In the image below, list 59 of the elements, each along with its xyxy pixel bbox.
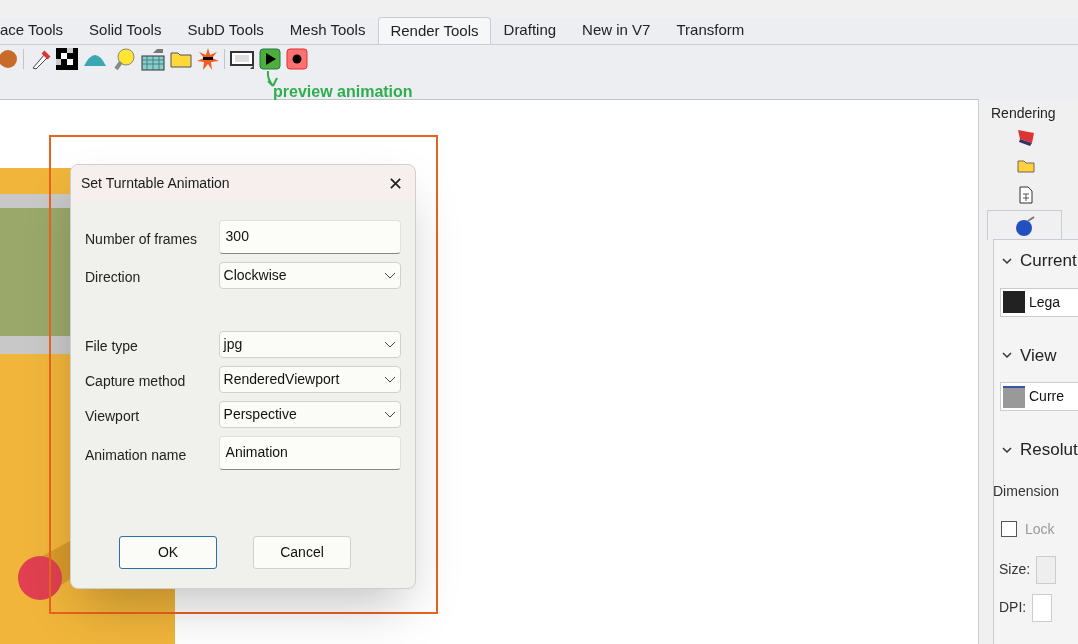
field-label: Viewport	[85, 407, 141, 426]
chevron-down-icon[interactable]	[1002, 351, 1012, 360]
dialog-title: Set Turntable Animation	[81, 174, 230, 193]
section-title: Resolut	[1020, 439, 1078, 461]
thumbnail-icon	[1003, 385, 1025, 408]
dropdown[interactable]: RenderedViewport	[218, 366, 401, 393]
list-item[interactable]: Lega	[1000, 287, 1078, 317]
field-label: File type	[85, 337, 139, 356]
toolbar-tab[interactable]: Transform	[663, 17, 758, 44]
checker-icon[interactable]	[56, 48, 78, 70]
chevron-down-icon[interactable]	[1002, 256, 1012, 265]
document-icon[interactable]	[1019, 186, 1033, 204]
toolbar-tab[interactable]: Drafting	[490, 17, 570, 44]
toolbar-tab[interactable]: New in V7	[569, 17, 664, 44]
annotation-text: preview animation	[273, 82, 413, 102]
render-icon[interactable]	[1016, 127, 1036, 147]
sphere-icon	[1013, 214, 1036, 237]
folder-icon[interactable]	[170, 50, 192, 68]
section-title: View	[1020, 344, 1057, 367]
chevron-down-icon[interactable]	[1002, 445, 1012, 454]
field-label: Size:	[999, 560, 1031, 579]
dropdown[interactable]: jpg	[218, 331, 401, 358]
panel-title: Rendering	[991, 104, 1056, 123]
dialog-button[interactable]: Cancel	[253, 536, 351, 569]
chevron-down-icon	[384, 375, 396, 384]
thumbnail-icon	[1003, 291, 1025, 313]
record-icon[interactable]	[286, 48, 308, 70]
film-strip-icon[interactable]	[230, 49, 254, 69]
field-label: Number of frames	[85, 229, 199, 249]
field-label: Animation name	[85, 445, 188, 465]
dropdown[interactable]: Perspective	[218, 401, 401, 428]
toolbar-tab[interactable]: SubD Tools	[174, 17, 277, 44]
chevron-down-icon	[384, 340, 396, 349]
toolbar-tab[interactable]: Render Tools	[378, 17, 491, 44]
tube-icon[interactable]	[29, 48, 51, 70]
checkbox[interactable]	[1001, 521, 1017, 537]
close-button[interactable]: ✕	[388, 174, 403, 193]
input-field[interactable]: 300	[218, 220, 401, 254]
dialog-button[interactable]: OK	[119, 536, 217, 569]
input-field[interactable]: Animation	[218, 436, 401, 470]
toolbar-tab[interactable]: Solid Tools	[76, 17, 175, 44]
section-title: Current	[1020, 250, 1077, 272]
panel-tab[interactable]	[987, 210, 1062, 240]
play-icon[interactable]	[259, 48, 281, 70]
chevron-down-icon	[384, 410, 396, 419]
field-label: Dimension	[993, 481, 1061, 501]
field-label: DPI:	[999, 598, 1027, 617]
field-label: Direction	[85, 268, 142, 287]
folder-icon[interactable]	[1017, 159, 1035, 173]
toolbar-tab[interactable]: ace Tools	[0, 17, 77, 44]
chevron-down-icon	[384, 271, 396, 280]
dropdown[interactable]: Clockwise	[218, 262, 401, 289]
sun-icon[interactable]	[197, 48, 219, 70]
toolbar-tab[interactable]: Mesh Tools	[276, 17, 379, 44]
field-label: Capture method	[85, 372, 187, 391]
list-item[interactable]: Curre	[1000, 382, 1078, 411]
grid-icon[interactable]	[141, 47, 165, 71]
light-bulb-icon[interactable]	[112, 47, 136, 71]
checkbox-label: Lock	[1025, 519, 1055, 539]
